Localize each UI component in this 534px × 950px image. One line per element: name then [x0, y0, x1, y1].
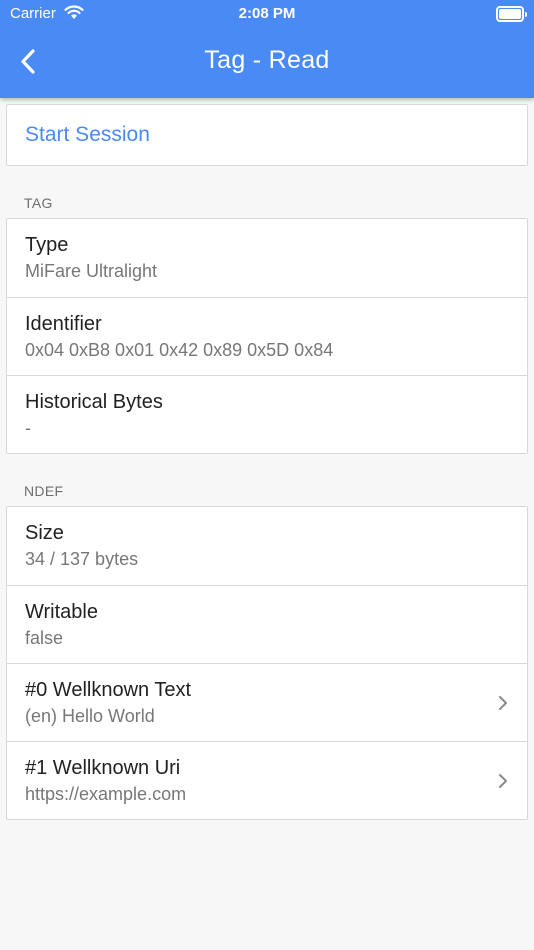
list-item-type: Type MiFare Ultralight: [7, 219, 527, 297]
list-item-record-1[interactable]: #1 Wellknown Uri https://example.com: [7, 741, 527, 819]
list-item-title: Identifier: [25, 313, 102, 335]
list-item-subtitle: (en) Hello World: [25, 706, 155, 726]
list-item-identifier: Identifier 0x04 0xB8 0x01 0x42 0x89 0x5D…: [7, 297, 527, 375]
section-header-ndef: NDEF: [24, 483, 64, 499]
list-item-writable: Writable false: [7, 585, 527, 663]
list-item-record-0[interactable]: #0 Wellknown Text (en) Hello World: [7, 663, 527, 741]
list-item-subtitle: 34 / 137 bytes: [25, 549, 139, 569]
list-item-title: #0 Wellknown Text: [25, 679, 192, 701]
list-item-historical-bytes: Historical Bytes -: [7, 375, 527, 453]
chevron-right-icon: [499, 774, 507, 788]
section-header-tag: TAG: [24, 195, 53, 211]
battery-level: [499, 9, 521, 19]
content: Start Session TAG Type MiFare Ultralight…: [6, 104, 528, 820]
ndef-card: Size 34 / 137 bytes Writable false #0 We…: [6, 506, 528, 820]
list-item-subtitle: -: [25, 418, 31, 438]
start-session-button[interactable]: Start Session: [6, 104, 528, 166]
list-item-size: Size 34 / 137 bytes: [7, 507, 527, 585]
status-bar: Carrier 2:08 PM: [0, 0, 534, 28]
app-bar: Carrier 2:08 PM Tag - Read: [0, 0, 534, 98]
list-item-title: Writable: [25, 601, 98, 623]
tag-card: Type MiFare Ultralight Identifier 0x04 0…: [6, 218, 528, 454]
list-item-title: Size: [25, 522, 64, 544]
list-item-subtitle: https://example.com: [25, 784, 187, 804]
list-item-subtitle: 0x04 0xB8 0x01 0x42 0x89 0x5D 0x84: [25, 340, 334, 360]
list-item-title: Historical Bytes: [25, 391, 163, 413]
chevron-right-icon: [499, 696, 507, 710]
list-item-subtitle: false: [25, 628, 64, 648]
list-item-subtitle: MiFare Ultralight: [25, 261, 158, 281]
list-item-title: #1 Wellknown Uri: [25, 757, 181, 779]
page-title: Tag - Read: [204, 46, 330, 74]
list-item-title: Type: [25, 234, 69, 256]
battery-icon: [496, 6, 527, 22]
status-time: 2:08 PM: [238, 5, 296, 22]
